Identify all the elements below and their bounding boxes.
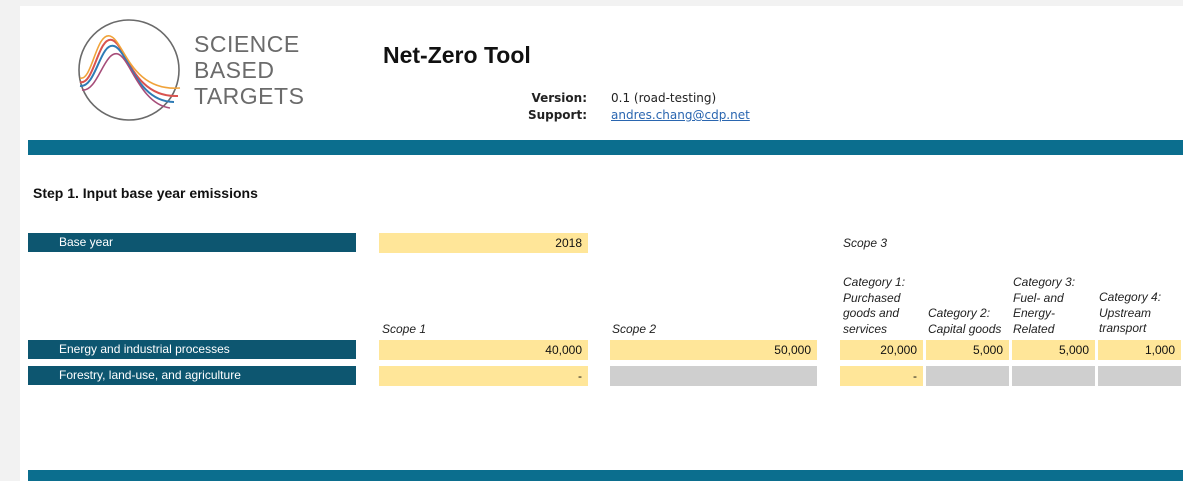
version-label: Version: [531, 91, 587, 105]
support-email-link[interactable]: andres.chang@cdp.net [611, 108, 750, 122]
energy-cat3-input[interactable]: 5,000 [1012, 340, 1095, 360]
energy-scope1-input[interactable]: 40,000 [379, 340, 588, 360]
science-based-targets-logo-icon [78, 19, 181, 121]
support-label: Support: [527, 108, 587, 122]
forestry-cat1-input[interactable]: - [840, 366, 923, 386]
category2-header-line: Capital goods [928, 321, 1002, 336]
category2-header-line: Category 2: [928, 306, 991, 320]
category1-header: Category 1: Purchased goods and services [843, 275, 905, 337]
category3-header: Category 3: Fuel- and Energy- Related [1013, 275, 1075, 337]
base-year-label-text: Base year [59, 235, 114, 249]
forestry-scope1-input[interactable]: - [379, 366, 588, 386]
scope3-label: Scope 3 [843, 236, 888, 250]
category4-header-line: Upstream [1099, 305, 1152, 320]
logo-line-science: SCIENCE [194, 31, 300, 57]
category1-header-line: Purchased [843, 290, 901, 305]
scope2-header: Scope 2 [612, 322, 657, 336]
category3-header-line: Energy- [1013, 306, 1056, 320]
version-value: 0.1 (road-testing) [611, 91, 717, 105]
base-year-input[interactable]: 2018 [379, 233, 588, 253]
category1-header-line: goods and [843, 306, 900, 320]
category4-header-line: transport [1099, 321, 1147, 335]
row-label-forestry-text: Forestry, land-use, and agriculture [59, 368, 241, 382]
step1-title: Step 1. Input base year emissions [33, 185, 258, 201]
base-year-label: Base year [28, 233, 356, 252]
energy-cat1-input[interactable]: 20,000 [840, 340, 923, 360]
header-divider-band [28, 140, 1183, 155]
category1-header-line: services [843, 321, 888, 336]
category2-header: Category 2: Capital goods [928, 306, 1001, 337]
page-title: Net-Zero Tool [383, 42, 531, 68]
row-label-forestry: Forestry, land-use, and agriculture [28, 366, 356, 385]
logo-line-targets: TARGETS [194, 83, 305, 109]
footer-divider-band [28, 470, 1183, 481]
category3-header-line: Related [1013, 321, 1055, 336]
category3-header-line: Category 3: [1013, 275, 1076, 289]
logo-line-based: BASED [194, 57, 275, 83]
scope1-header: Scope 1 [382, 322, 427, 336]
row-label-energy: Energy and industrial processes [28, 340, 356, 359]
energy-cat2-input[interactable]: 5,000 [926, 340, 1009, 360]
category1-header-line: Category 1: [843, 275, 906, 289]
forestry-cat3-disabled [1012, 366, 1095, 386]
category4-header: Category 4: Upstream transport [1099, 290, 1161, 337]
energy-scope2-input[interactable]: 50,000 [610, 340, 817, 360]
category3-header-line: Fuel- and [1013, 290, 1064, 305]
forestry-cat4-disabled [1098, 366, 1181, 386]
category4-header-line: Category 4: [1099, 290, 1162, 304]
logo-wordmark: SCIENCE BASED TARGETS [194, 31, 304, 109]
row-label-energy-text: Energy and industrial processes [59, 342, 230, 356]
forestry-scope2-disabled [610, 366, 817, 386]
energy-cat4-input[interactable]: 1,000 [1098, 340, 1181, 360]
forestry-cat2-disabled [926, 366, 1009, 386]
